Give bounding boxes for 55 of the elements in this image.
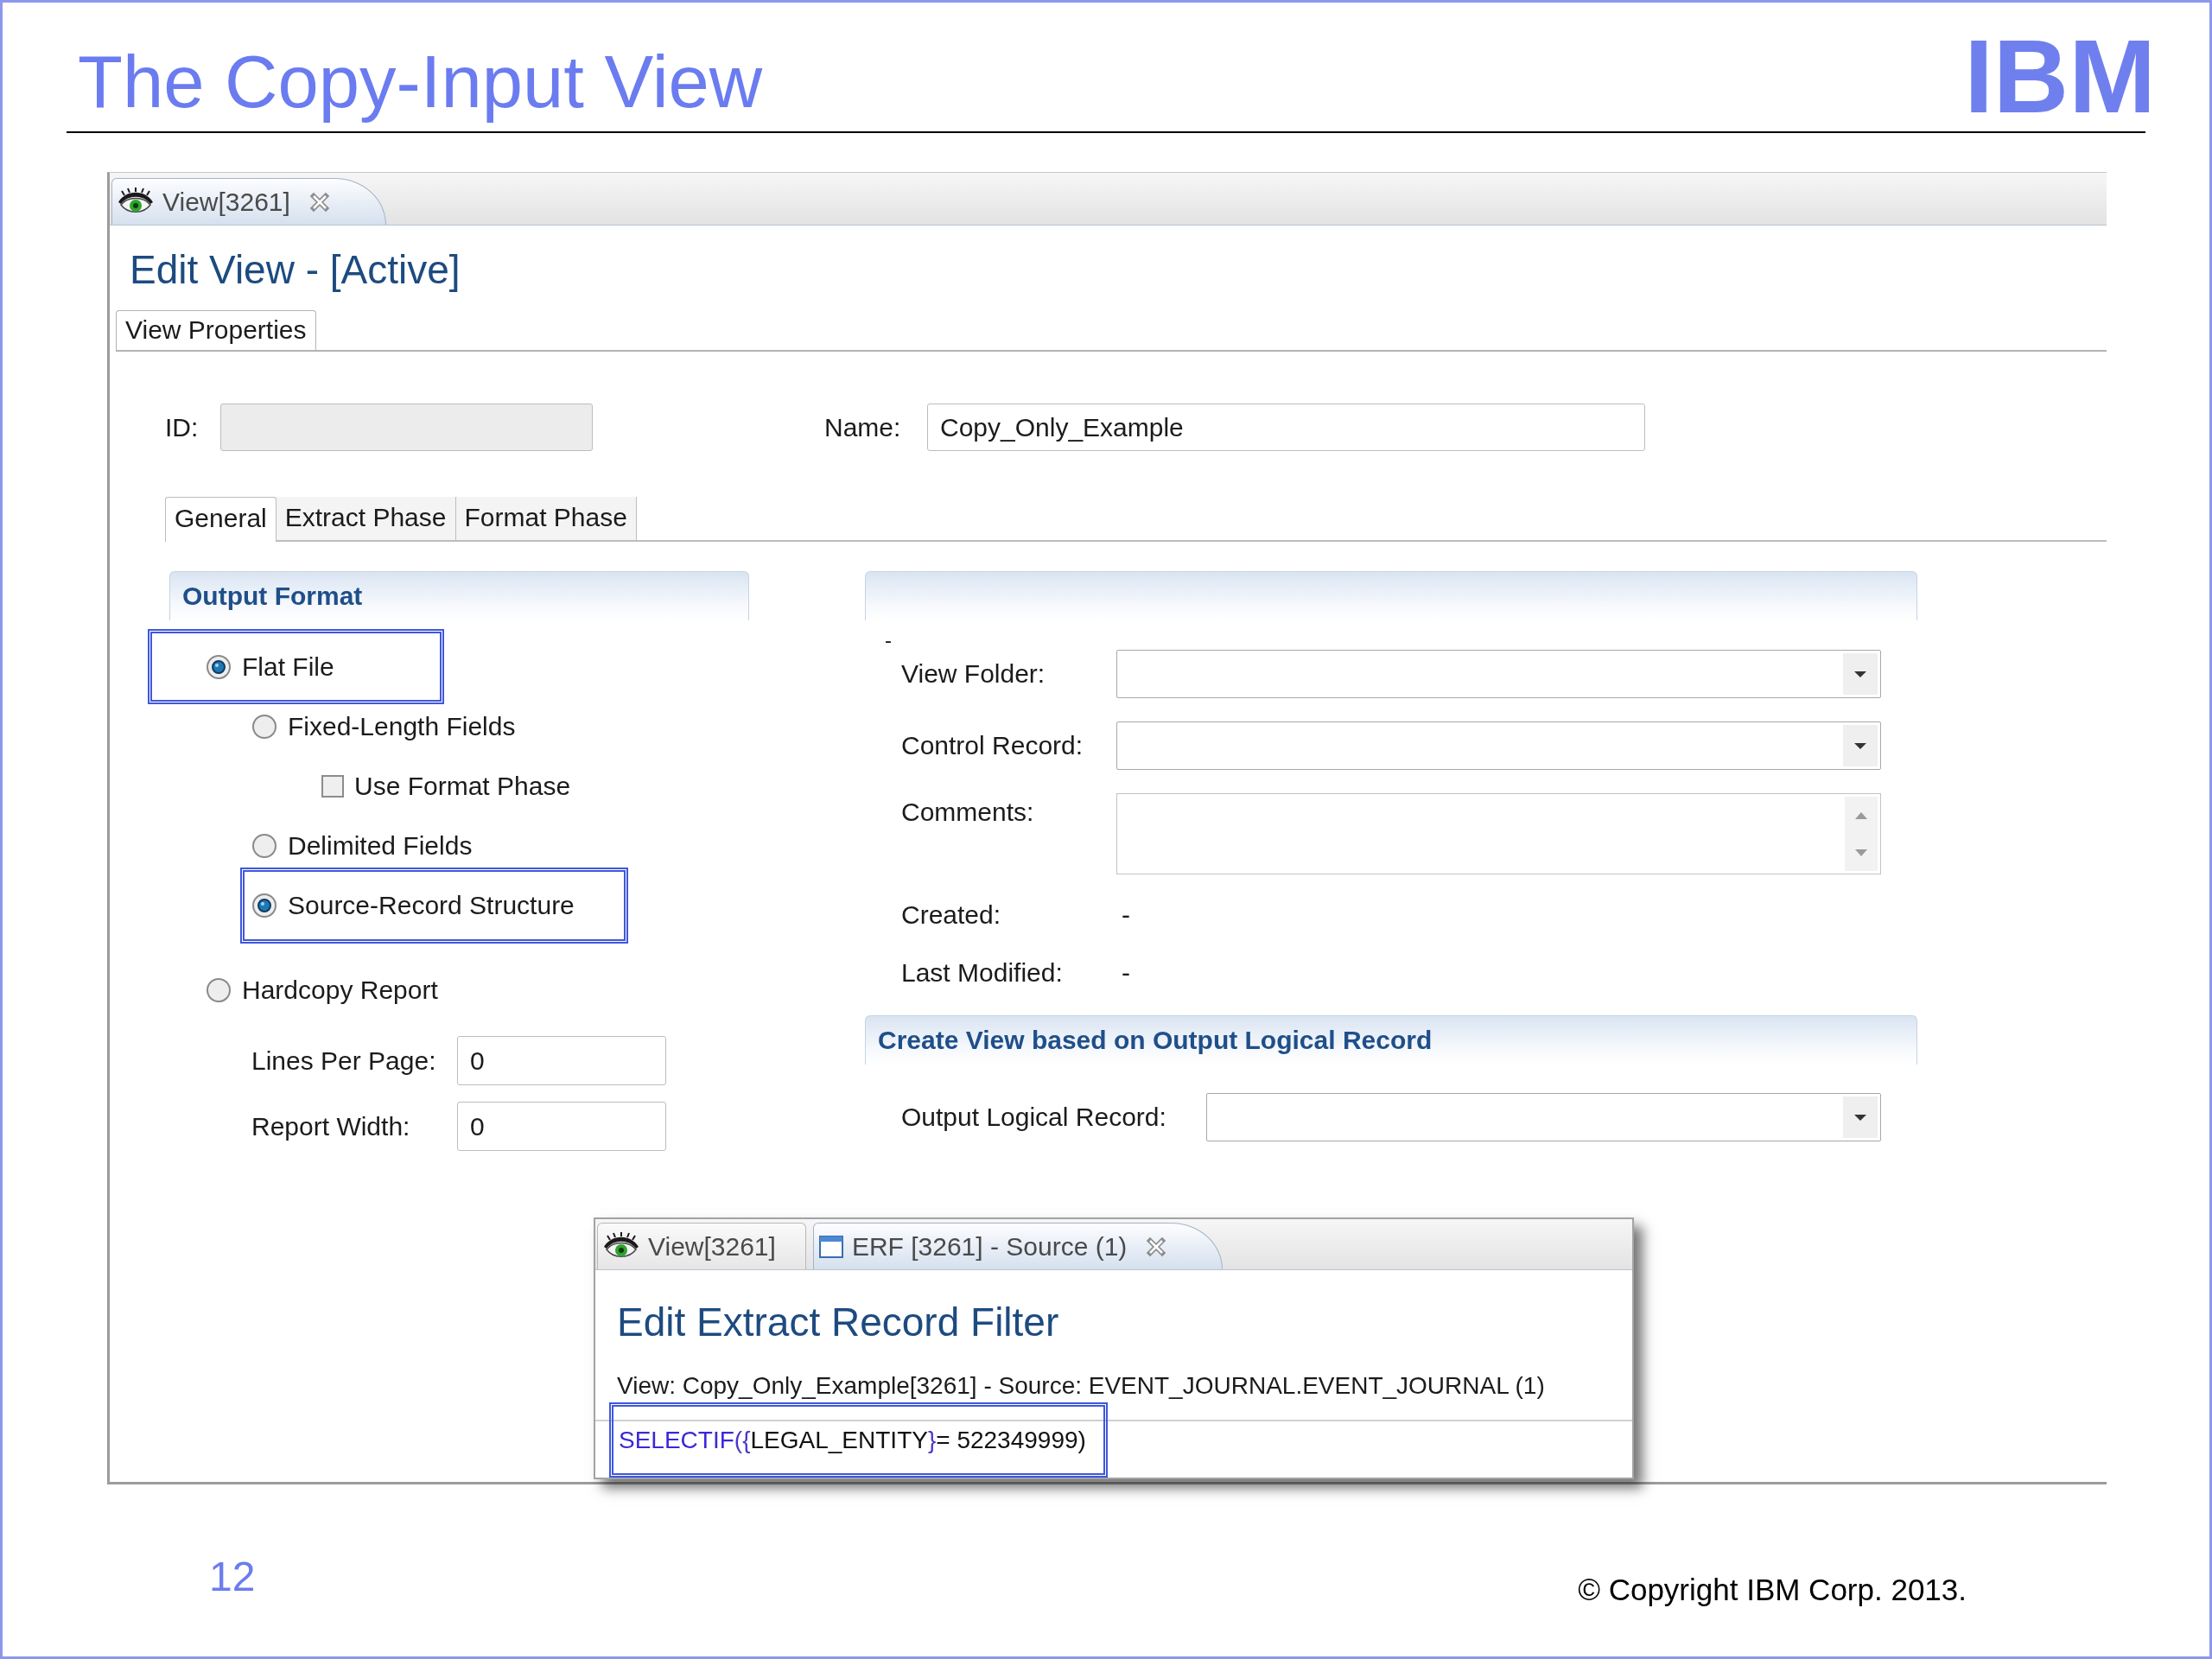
editor-tab[interactable]: View[3261] (597, 1223, 806, 1269)
filter-expression: SELECTIF({LEGAL_ENTITY}= 522349999) (619, 1426, 1086, 1454)
field-value: - (1122, 899, 1130, 931)
radio-icon[interactable] (251, 713, 277, 740)
copyright-text: © Copyright IBM Corp. 2013. (1578, 1573, 1967, 1607)
editor-title: Edit View - [Active] (130, 246, 461, 293)
field-label: Lines Per Page: (251, 1046, 437, 1076)
number-field[interactable]: 0 (457, 1102, 666, 1151)
radio-option[interactable]: Fixed-Length Fields (251, 711, 516, 741)
field-label: View Folder: (901, 658, 1046, 690)
filter-description: View: Copy_Only_Example[3261] - Source: EVENT_JOURNAL.EVENT_JOURNAL (1) (617, 1371, 1545, 1401)
scroll-down-icon[interactable] (1855, 849, 1867, 856)
checkbox-option[interactable]: Use Format Phase (321, 771, 571, 801)
section-tab[interactable]: General (165, 497, 276, 542)
page-number: 12 (209, 1553, 256, 1600)
field-label: Report Width: (251, 1111, 411, 1141)
scrollbar[interactable] (1845, 797, 1878, 871)
text-area[interactable] (1116, 793, 1881, 874)
field-label: Last Modified: (901, 957, 1063, 988)
editor-tab[interactable]: ERF [3261] - Source (1) (812, 1223, 1224, 1269)
editor-title: Edit Extract Record Filter (617, 1299, 1059, 1345)
field-label: Control Record: (901, 730, 1084, 761)
slide-title: The Copy-Input View (77, 40, 763, 124)
close-icon[interactable] (1146, 1236, 1167, 1257)
radio-icon[interactable] (206, 976, 232, 1003)
radio-icon[interactable] (206, 653, 232, 680)
radio-option[interactable]: Delimited Fields (251, 830, 473, 861)
field-label: ID: (165, 412, 200, 442)
dropdown-field[interactable] (1206, 1093, 1881, 1141)
window-icon (818, 1235, 843, 1258)
checkbox-icon[interactable] (321, 774, 344, 798)
section-header: Create View based on Output Logical Record (865, 1015, 1917, 1065)
dropdown-field[interactable] (1116, 650, 1881, 698)
number-field[interactable]: 0 (457, 1036, 666, 1085)
field-label: Name: (824, 412, 902, 442)
field-label: Created: (901, 899, 1001, 931)
field-value: - (1122, 957, 1130, 988)
radio-option[interactable]: Source-Record Structure (251, 890, 575, 920)
radio-option[interactable]: Hardcopy Report (206, 975, 438, 1005)
radio-option[interactable]: Flat File (206, 652, 334, 682)
field-label: Comments: (901, 797, 1034, 828)
dash-text: - (885, 631, 892, 650)
logo: IBM (1964, 31, 2156, 121)
close-icon[interactable] (308, 191, 330, 213)
section-tab[interactable]: Format Phase (455, 497, 637, 540)
radio-icon[interactable] (251, 892, 277, 918)
scroll-up-icon[interactable] (1855, 811, 1867, 819)
field-label: Output Logical Record: (901, 1102, 1166, 1133)
name-field[interactable]: Copy_Only_Example (927, 404, 1645, 451)
page-tab[interactable]: View Properties (116, 310, 316, 350)
dropdown-field[interactable] (1116, 721, 1881, 770)
section-header: Output Format (169, 571, 749, 620)
radio-icon[interactable] (251, 832, 277, 859)
editor-tab[interactable]: View[3261] (111, 178, 386, 225)
section-tab[interactable]: Extract Phase (276, 497, 456, 540)
